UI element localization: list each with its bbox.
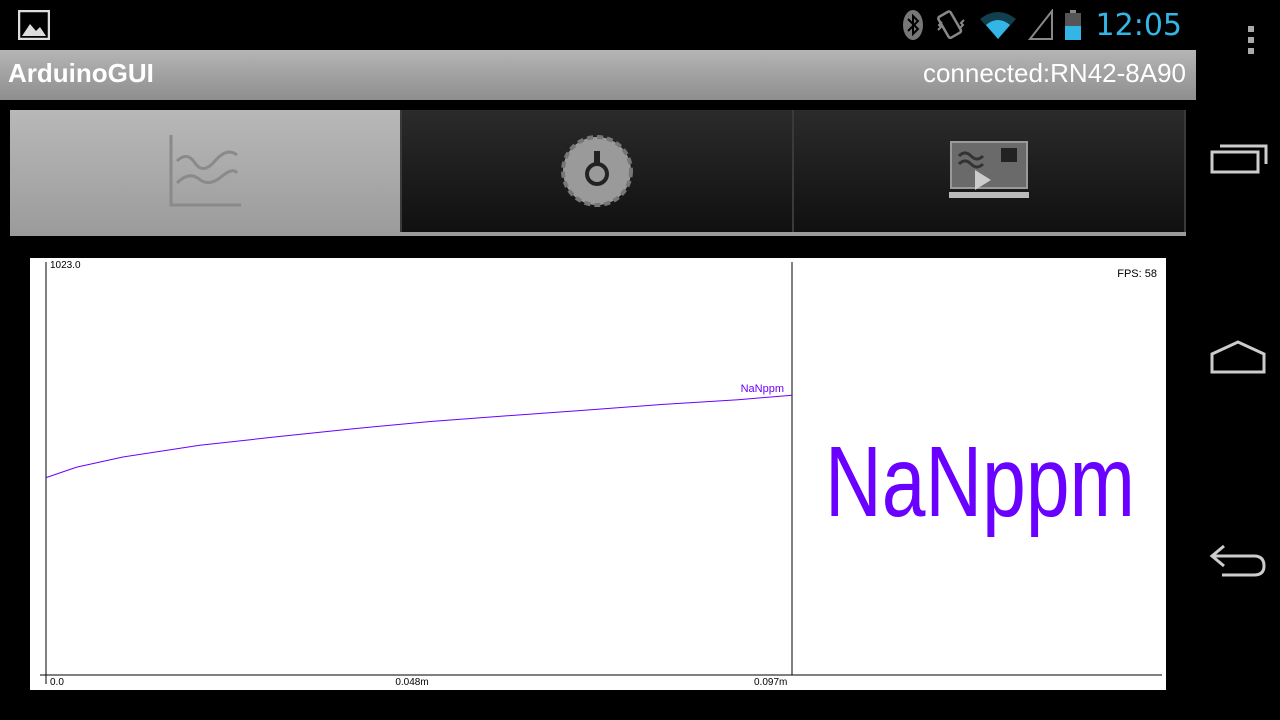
action-bar: ArduinoGUI connected:RN42-8A90 <box>0 50 1196 100</box>
terminal-icon <box>949 141 1029 198</box>
tab-graph[interactable] <box>10 110 402 232</box>
wifi-icon <box>979 12 1016 39</box>
tab-control[interactable] <box>402 110 794 232</box>
battery-icon <box>1064 10 1081 40</box>
y-top-label: 1023.0 <box>50 260 81 271</box>
bluetooth-icon <box>902 10 923 40</box>
sensor-chart: 1023.0 FPS: 58 NaNppm 0.0 0.048m 0.097m NaN… <box>40 260 1162 688</box>
chart-area: 1023.0 FPS: 58 NaNppm 0.0 0.048m 0.097m NaN… <box>30 258 1166 690</box>
tab-indicator <box>10 232 1186 236</box>
app-title: ArduinoGUI <box>8 58 154 88</box>
series-label: NaNppm <box>741 383 784 395</box>
connection-status: connected:RN42-8A90 <box>922 58 1186 88</box>
x-tick-label: 0.048m <box>395 677 428 688</box>
overflow-menu-icon[interactable] <box>1208 20 1268 60</box>
home-icon[interactable] <box>1208 338 1268 378</box>
status-bar: 12:05 <box>0 0 1196 50</box>
tab-terminal[interactable] <box>794 110 1186 232</box>
clock: 12:05 <box>1095 7 1182 43</box>
fps-counter: FPS: 58 <box>1117 268 1157 280</box>
vibrate-icon <box>936 10 965 40</box>
gallery-icon <box>18 10 50 40</box>
x-tick-label: 0.097m <box>754 677 787 688</box>
recent-apps-icon[interactable] <box>1208 138 1268 182</box>
knob-icon <box>561 135 633 207</box>
back-icon[interactable] <box>1208 538 1268 578</box>
x-tick-label: 0.0 <box>50 677 64 688</box>
big-reading: NaNppm <box>825 426 1135 538</box>
series-line <box>45 394 793 479</box>
tab-bar <box>10 110 1186 236</box>
signal-icon <box>1027 9 1053 40</box>
graph-icon <box>169 135 241 207</box>
navigation-bar <box>1196 0 1280 720</box>
